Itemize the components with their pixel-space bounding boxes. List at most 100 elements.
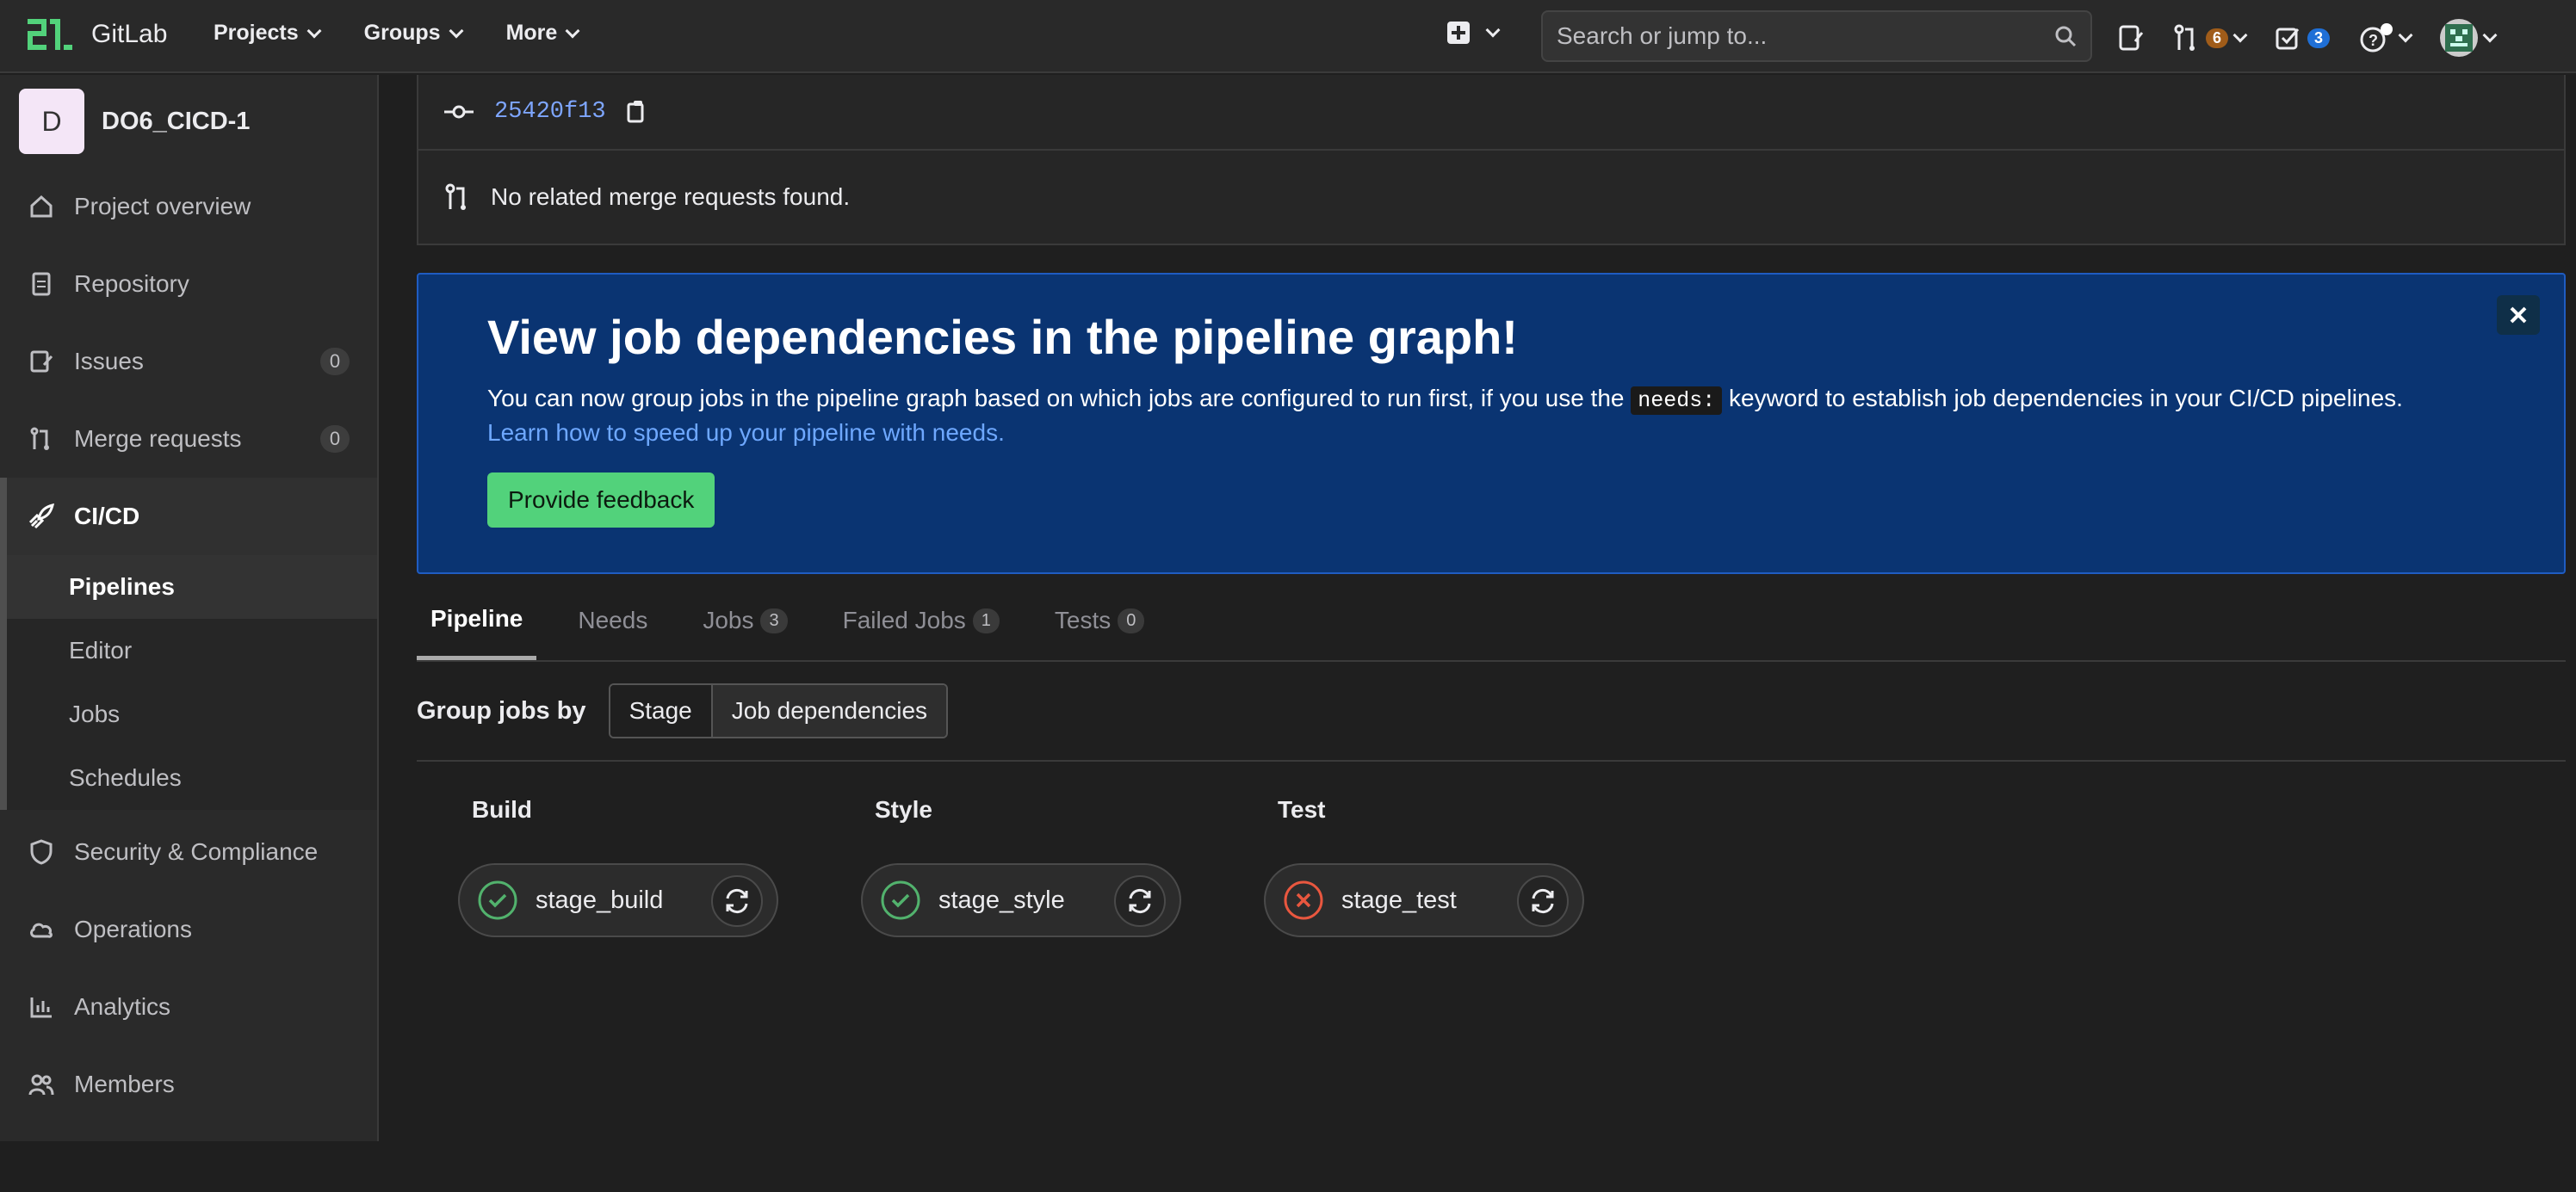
tab-count-badge: 1 bbox=[972, 608, 1000, 633]
group-by-dependencies-button[interactable]: Job dependencies bbox=[712, 685, 947, 737]
group-jobs-label: Group jobs by bbox=[417, 696, 586, 725]
nav-groups-label: Groups bbox=[363, 21, 441, 45]
shield-icon bbox=[28, 838, 55, 866]
stage-title: Build bbox=[472, 796, 532, 823]
help-dropdown[interactable]: ? bbox=[2359, 22, 2413, 53]
search-box[interactable] bbox=[1541, 10, 2092, 62]
commit-row: 25420f13 bbox=[418, 75, 2564, 151]
retry-button[interactable] bbox=[1114, 875, 1166, 927]
merge-request-icon bbox=[28, 425, 55, 453]
tab-label: Failed Jobs bbox=[842, 607, 966, 633]
user-avatar bbox=[2440, 19, 2479, 57]
nav-projects-label: Projects bbox=[214, 21, 299, 45]
group-by-toggle: Stage Job dependencies bbox=[608, 683, 949, 738]
merge-request-icon bbox=[445, 183, 466, 210]
banner-close-button[interactable] bbox=[2497, 295, 2540, 335]
provide-feedback-button[interactable]: Provide feedback bbox=[487, 472, 715, 528]
status-success-icon bbox=[478, 880, 517, 920]
issues-icon bbox=[2119, 25, 2144, 51]
tab-jobs[interactable]: Jobs 3 bbox=[689, 581, 801, 660]
top-right-icons: 6 3 ? bbox=[2118, 19, 2498, 57]
tab-label: Tests bbox=[1054, 607, 1112, 633]
retry-icon bbox=[1129, 888, 1151, 914]
sidebar-item-label: Issues bbox=[74, 348, 144, 374]
commit-sha-link[interactable]: 25420f13 bbox=[494, 99, 606, 125]
job-name: stage_style bbox=[938, 886, 1065, 914]
nav-projects[interactable]: Projects bbox=[214, 21, 322, 46]
job-pill-stage-style[interactable]: stage_style bbox=[861, 863, 1181, 937]
no-related-mr-text: No related merge requests found. bbox=[491, 183, 851, 210]
stage-column-build: Build stage_build bbox=[458, 796, 778, 937]
sidebar-item-repository[interactable]: Repository bbox=[0, 245, 377, 323]
new-dropdown[interactable] bbox=[1446, 21, 1501, 45]
issues-count-badge: 0 bbox=[320, 348, 350, 375]
copy-icon[interactable] bbox=[627, 99, 649, 125]
retry-button[interactable] bbox=[1517, 875, 1569, 927]
search-input[interactable] bbox=[1557, 22, 2039, 50]
merge-requests-shortcut[interactable]: 6 bbox=[2173, 24, 2248, 52]
retry-icon bbox=[1532, 888, 1554, 914]
sidebar-item-label: Project overview bbox=[74, 193, 251, 219]
commit-info-box: 25420f13 No related merge requests found… bbox=[417, 75, 2566, 245]
banner-learn-link[interactable]: Learn how to speed up your pipeline with… bbox=[487, 419, 1005, 446]
nav-groups[interactable]: Groups bbox=[363, 21, 464, 46]
sidebar-item-security-compliance[interactable]: Security & Compliance bbox=[0, 813, 377, 891]
chevron-down-icon bbox=[2482, 28, 2498, 43]
svg-text:?: ? bbox=[2369, 32, 2378, 49]
project-header[interactable]: D DO6_CICD-1 bbox=[0, 75, 377, 168]
banner-text-after: keyword to establish job dependencies in… bbox=[1722, 385, 2403, 411]
mr-count-badge: 6 bbox=[2206, 28, 2229, 48]
sidebar-item-merge-requests[interactable]: Merge requests 0 bbox=[0, 400, 377, 478]
tab-tests[interactable]: Tests 0 bbox=[1041, 581, 1158, 660]
retry-icon bbox=[726, 888, 748, 914]
job-pill-stage-test[interactable]: stage_test bbox=[1264, 863, 1584, 937]
tab-count-badge: 3 bbox=[760, 608, 788, 633]
pipeline-tabs: Pipeline Needs Jobs 3 Failed Jobs 1 Test… bbox=[417, 583, 2566, 662]
sidebar-item-project-overview[interactable]: Project overview bbox=[0, 168, 377, 245]
banner-text: You can now group jobs in the pipeline g… bbox=[487, 380, 2495, 419]
main-nav: Projects Groups More bbox=[214, 21, 580, 46]
help-icon: ? bbox=[2360, 23, 2393, 52]
sidebar-subitem-jobs[interactable]: Jobs bbox=[7, 682, 377, 746]
tab-failed-jobs[interactable]: Failed Jobs 1 bbox=[829, 581, 1013, 660]
chevron-down-icon bbox=[1485, 22, 1501, 38]
nav-more-label: More bbox=[505, 21, 558, 45]
sidebar-item-analytics[interactable]: Analytics bbox=[0, 968, 377, 1046]
sidebar-item-label: Security & Compliance bbox=[74, 838, 319, 865]
avatar-identicon-icon bbox=[2445, 24, 2474, 52]
sidebar-subitem-label: Jobs bbox=[69, 701, 121, 727]
group-by-stage-button[interactable]: Stage bbox=[610, 685, 713, 737]
plus-square-icon bbox=[1447, 22, 1470, 44]
chevron-down-icon bbox=[2232, 28, 2248, 43]
sidebar-item-operations[interactable]: Operations bbox=[0, 891, 377, 968]
project-name: DO6_CICD-1 bbox=[102, 107, 251, 135]
tab-needs[interactable]: Needs bbox=[564, 581, 661, 660]
chevron-down-icon bbox=[449, 23, 464, 38]
sidebar-item-cicd[interactable]: CI/CD bbox=[7, 478, 377, 555]
gitlab-logo-icon bbox=[28, 19, 72, 50]
stage-title: Style bbox=[875, 796, 932, 823]
tab-pipeline[interactable]: Pipeline bbox=[417, 581, 537, 660]
user-menu[interactable] bbox=[2440, 19, 2498, 57]
search-icon bbox=[2055, 26, 2077, 47]
sidebar-item-issues[interactable]: Issues 0 bbox=[0, 323, 377, 400]
sidebar-item-members[interactable]: Members bbox=[0, 1046, 377, 1123]
chevron-down-icon bbox=[565, 23, 580, 38]
sidebar-subitem-pipelines[interactable]: Pipelines bbox=[7, 555, 377, 619]
sidebar-subitem-schedules[interactable]: Schedules bbox=[7, 746, 377, 810]
tab-label: Needs bbox=[578, 607, 648, 633]
gitlab-logo[interactable]: GitLab bbox=[26, 15, 167, 53]
todo-checkbox-icon bbox=[2276, 28, 2300, 50]
group-jobs-row: Group jobs by Stage Job dependencies bbox=[417, 662, 2566, 762]
banner-title: View job dependencies in the pipeline gr… bbox=[487, 310, 1518, 364]
tab-count-badge: 0 bbox=[1118, 608, 1145, 633]
nav-more[interactable]: More bbox=[505, 21, 580, 46]
main-content: 25420f13 No related merge requests found… bbox=[417, 75, 2566, 1192]
retry-button[interactable] bbox=[711, 875, 763, 927]
todo-count-badge: 3 bbox=[2307, 28, 2331, 48]
issues-shortcut[interactable] bbox=[2118, 24, 2144, 52]
sidebar-subitem-editor[interactable]: Editor bbox=[7, 619, 377, 682]
related-mr-row: No related merge requests found. bbox=[418, 151, 2564, 244]
job-pill-stage-build[interactable]: stage_build bbox=[458, 863, 778, 937]
todos-shortcut[interactable]: 3 bbox=[2275, 25, 2331, 51]
